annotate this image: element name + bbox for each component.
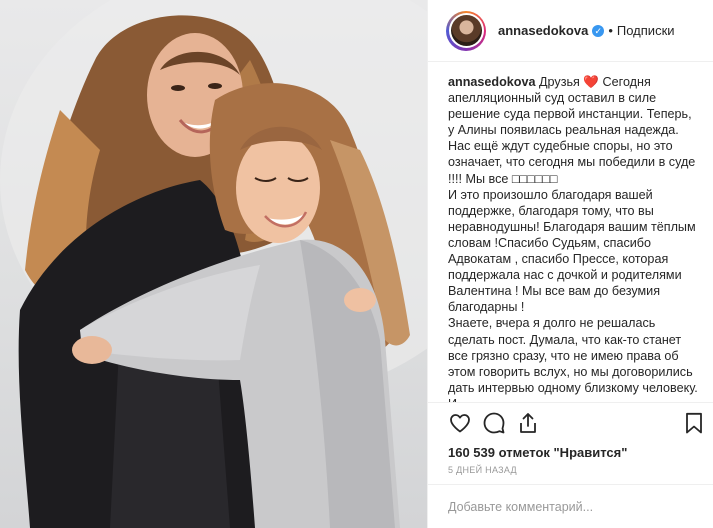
post-side-panel: annasedokova ✓ • Подписки annasedokova Д… — [427, 0, 713, 528]
post-actions — [428, 402, 713, 444]
likes-count[interactable]: 160 539 отметок "Нравится" — [448, 445, 627, 460]
post-caption: annasedokova Друзья ❤️ Сегодня апелляцио… — [448, 74, 698, 402]
post-timestamp[interactable]: 5 ДНЕЙ НАЗАД — [448, 465, 517, 475]
post-photo-illustration — [0, 0, 427, 528]
avatar[interactable] — [446, 10, 486, 51]
caption-text: Друзья ❤️ Сегодня апелляционный суд оста… — [448, 75, 698, 402]
header-username[interactable]: annasedokova — [498, 23, 588, 38]
comment-input[interactable] — [448, 499, 688, 514]
avatar-image — [450, 15, 482, 46]
caption-username[interactable]: annasedokova — [448, 75, 536, 89]
bookmark-icon[interactable] — [682, 411, 708, 437]
comment-icon[interactable] — [482, 411, 508, 437]
heart-icon[interactable] — [448, 411, 474, 437]
share-icon[interactable] — [516, 411, 542, 437]
header-separator: • — [608, 23, 613, 38]
post-photo[interactable] — [0, 0, 427, 528]
add-comment-bar — [428, 484, 713, 528]
following-button[interactable]: Подписки — [617, 23, 675, 38]
post-header: annasedokova ✓ • Подписки — [428, 0, 713, 62]
verified-badge-icon: ✓ — [592, 24, 605, 37]
